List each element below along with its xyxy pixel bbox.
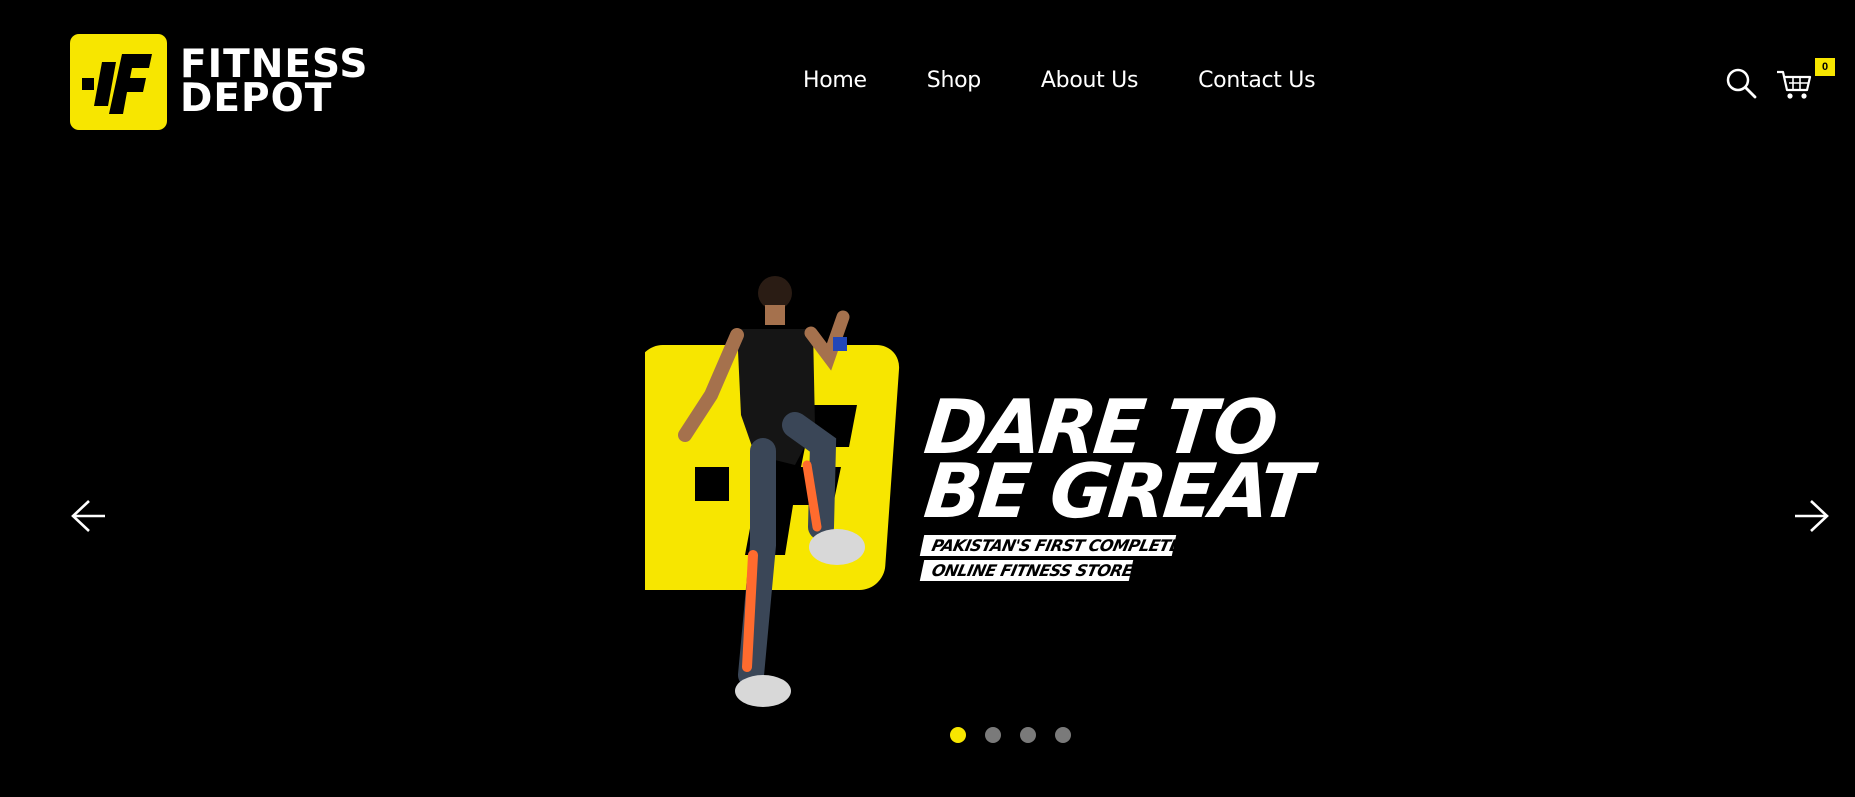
cart-icon[interactable]: [1775, 66, 1815, 102]
nav-about-us[interactable]: About Us: [1041, 68, 1139, 93]
hero-tagline-line-1: PAKISTAN'S FIRST COMPLETE: [919, 535, 1182, 556]
hero-slider: DARE TO BE GREAT PAKISTAN'S FIRST COMPLE…: [0, 165, 1855, 797]
slider-dot-1[interactable]: [950, 727, 966, 743]
hero-tagline-line-2: ONLINE FITNESS STORE: [919, 560, 1135, 581]
slider-pagination: [950, 727, 1090, 743]
slider-dot-4[interactable]: [1055, 727, 1071, 743]
cart-count-badge: 0: [1815, 58, 1835, 76]
nav-contact-us[interactable]: Contact Us: [1198, 68, 1315, 93]
site-header: FITNESS DEPOT Home Shop About Us Contact…: [0, 0, 1855, 165]
hero-title: DARE TO BE GREAT: [920, 383, 1312, 535]
slider-dot-3[interactable]: [1020, 727, 1036, 743]
nav-home[interactable]: Home: [803, 68, 867, 93]
slider-dot-2[interactable]: [985, 727, 1001, 743]
logo-line-2: DEPOT: [180, 76, 333, 121]
main-nav: Home Shop About Us Contact Us: [803, 68, 1316, 93]
logo-wordmark: FITNESS DEPOT: [180, 45, 368, 121]
nav-shop[interactable]: Shop: [927, 68, 981, 93]
arrow-right-icon[interactable]: [1792, 497, 1830, 535]
site-logo[interactable]: FITNESS DEPOT: [70, 34, 368, 130]
arrow-left-icon[interactable]: [70, 497, 108, 535]
logo-mark-icon: [70, 34, 167, 130]
search-icon[interactable]: [1724, 66, 1758, 100]
hero-athlete-image: [645, 276, 900, 707]
hero-title-line-2: BE GREAT: [920, 447, 1313, 535]
